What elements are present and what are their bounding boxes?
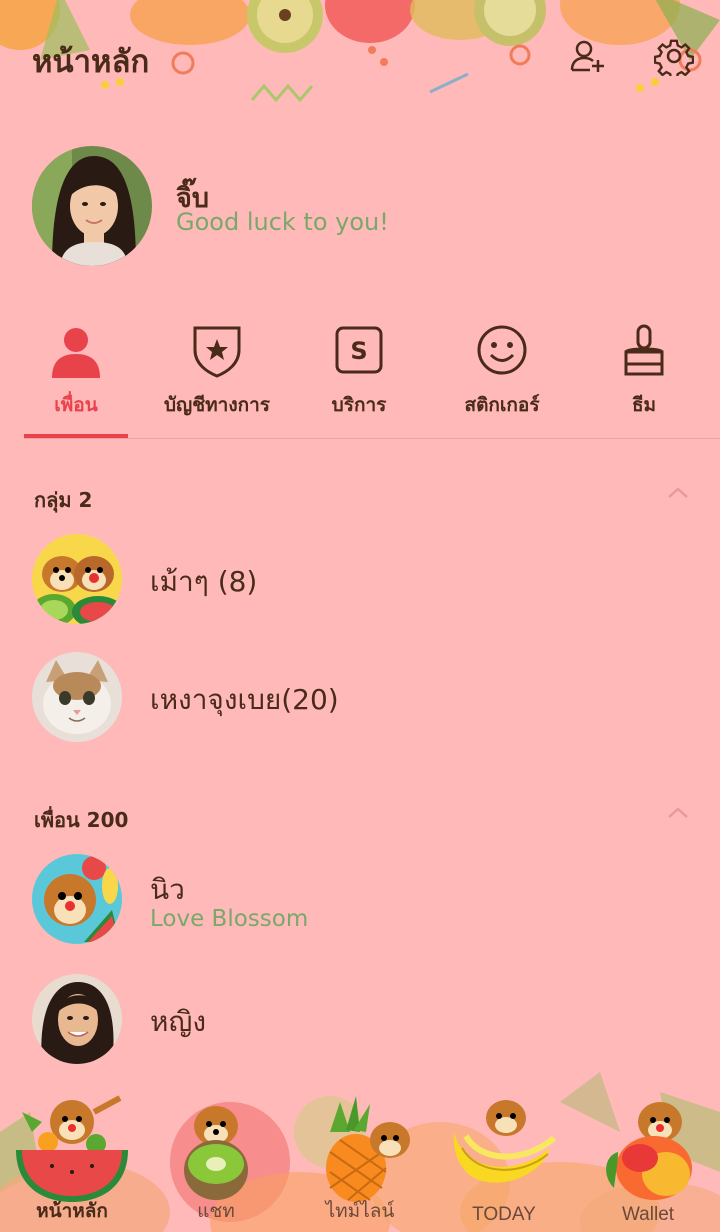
profile-avatar[interactable] <box>32 146 152 266</box>
tab-services[interactable]: S บริการ <box>287 316 431 438</box>
tab-stickers[interactable]: สติกเกอร์ <box>430 316 574 438</box>
nav-label: Wallet <box>621 1204 675 1225</box>
list-item[interactable]: เหงาจุงเบย(20) <box>32 652 692 744</box>
tab-official-accounts[interactable]: บัญชีทางการ <box>145 316 289 438</box>
mango-chipmunk-icon <box>606 1102 692 1200</box>
person-icon <box>52 328 100 378</box>
group-name: เม้าๆ (8) <box>150 565 258 598</box>
group-avatar <box>32 534 122 624</box>
my-profile[interactable]: จิ๊บ Good luck to you! <box>32 146 692 268</box>
friend-status-message: Love Blossom <box>150 906 309 932</box>
tab-label: ธีม <box>631 394 657 416</box>
list-item[interactable]: นิว Love Blossom <box>32 854 692 946</box>
svg-text:S: S <box>350 337 367 365</box>
brush-icon <box>624 324 664 376</box>
list-item[interactable]: เม้าๆ (8) <box>32 534 692 626</box>
smiley-icon <box>477 325 527 375</box>
service-s-icon: S <box>335 326 383 374</box>
nav-label: แชท <box>197 1201 235 1222</box>
add-friend-icon <box>570 40 604 72</box>
pineapple-chipmunk-icon <box>326 1096 410 1202</box>
nav-timeline[interactable]: ไทม์ไลน์ <box>288 1092 432 1232</box>
groups-section-header: กลุ่ม 2 <box>34 488 93 512</box>
divider <box>24 438 720 439</box>
group-avatar <box>32 652 122 742</box>
category-tabs: เพื่อน บัญชีทางการ S บริการ สติกเกอร์ ธี… <box>0 316 720 438</box>
nav-label: ไทม์ไลน์ <box>325 1201 395 1222</box>
tab-friends[interactable]: เพื่อน <box>4 316 148 438</box>
tab-label: สติกเกอร์ <box>464 394 540 416</box>
shield-star-icon <box>193 326 241 378</box>
banana-chipmunk-icon <box>453 1100 556 1183</box>
chevron-up-icon[interactable] <box>666 804 690 820</box>
chevron-up-icon[interactable] <box>666 484 690 500</box>
woman-photo-avatar <box>32 974 122 1064</box>
nav-chats[interactable]: แชท <box>144 1092 288 1232</box>
list-item[interactable]: หญิง <box>32 974 692 1066</box>
settings-button[interactable] <box>652 34 696 78</box>
nav-wallet[interactable]: Wallet <box>576 1092 720 1232</box>
gear-icon <box>654 39 694 76</box>
chipmunk-kiwi-avatar <box>32 534 122 624</box>
group-name: เหงาจุงเบย(20) <box>150 683 339 716</box>
friend-name: หญิง <box>150 1005 206 1038</box>
tab-label: เพื่อน <box>54 394 98 416</box>
nav-label: TODAY <box>472 1204 536 1225</box>
nav-home[interactable]: หน้าหลัก <box>0 1092 144 1232</box>
bottom-navigation: หน้าหลัก แชท ไทม์ไลน์ TODAY Wallet <box>0 1092 720 1232</box>
add-friend-button[interactable] <box>566 34 610 78</box>
watermelon-chipmunk-icon <box>16 1095 128 1202</box>
friends-section-header: เพื่อน 200 <box>34 808 129 832</box>
kiwi-chipmunk-icon <box>184 1106 248 1200</box>
header: หน้าหลัก <box>0 0 720 110</box>
profile-photo <box>32 146 152 266</box>
chipmunk-watermelon-avatar <box>32 854 122 944</box>
nav-label: หน้าหลัก <box>36 1201 108 1222</box>
profile-status-message: Good luck to you! <box>176 208 389 236</box>
tab-label: บัญชีทางการ <box>164 394 270 416</box>
nav-today[interactable]: TODAY <box>432 1092 576 1232</box>
friend-avatar <box>32 854 122 944</box>
friend-avatar <box>32 974 122 1064</box>
tab-themes[interactable]: ธีม <box>572 316 716 438</box>
page-title: หน้าหลัก <box>32 44 150 80</box>
cat-avatar <box>32 652 122 742</box>
tab-label: บริการ <box>331 394 387 416</box>
